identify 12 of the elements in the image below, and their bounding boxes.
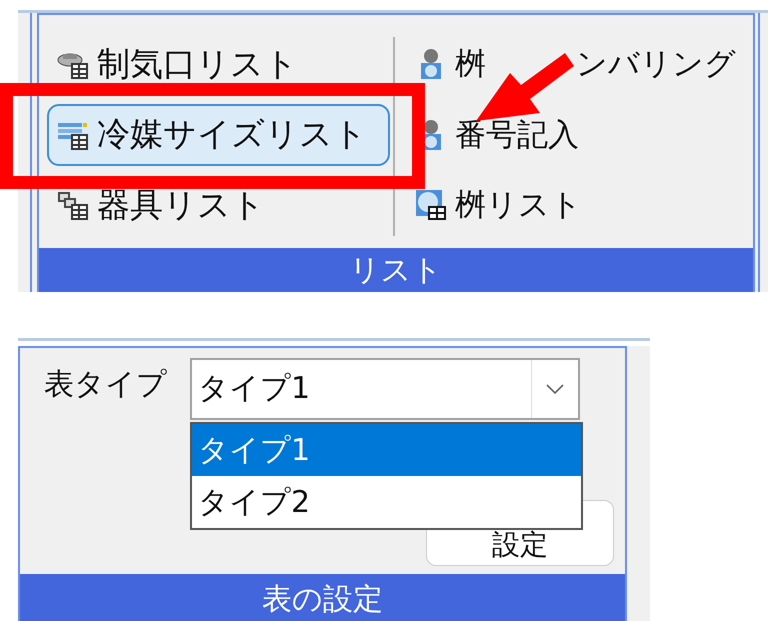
- group-label: 表の設定: [20, 574, 625, 621]
- ribbon-item[interactable]: 制気口リスト: [47, 33, 390, 95]
- basin-list-icon: [415, 189, 447, 221]
- ribbon-item[interactable]: 器具リスト: [47, 174, 390, 236]
- ribbon-item[interactable]: 冷媒サイズリスト: [47, 104, 390, 166]
- group-label: リスト: [39, 248, 753, 292]
- ribbon-item[interactable]: 桝リスト: [405, 174, 746, 236]
- dropdown-option[interactable]: タイプ1: [192, 424, 581, 476]
- type-dropdown[interactable]: タイプ1: [190, 358, 580, 420]
- chevron-down-icon: [545, 383, 565, 395]
- fixture-list-icon: [57, 189, 89, 221]
- field-label: 表タイプ: [44, 366, 167, 404]
